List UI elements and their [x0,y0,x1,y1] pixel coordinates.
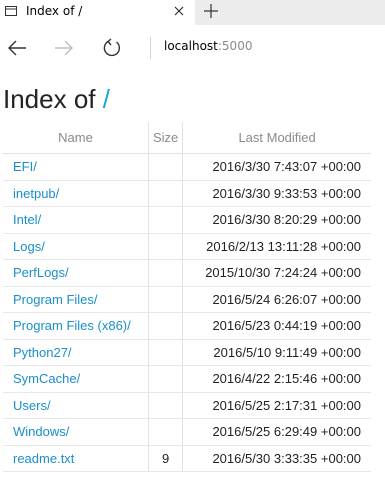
table-row: Python27/ 2016/5/10 9:11:49 +00:00 [3,339,371,366]
file-link[interactable]: readme.txt [3,445,149,472]
table-row: Users/ 2016/5/25 2:17:31 +00:00 [3,392,371,419]
table-row: EFI/ 2016/3/30 7:43:07 +00:00 [3,153,371,181]
file-size [147,365,184,393]
file-link[interactable]: Program Files (x86)/ [3,312,149,340]
tab-bar: Index of / [0,0,385,25]
table-row: Logs/ 2016/2/13 13:11:28 +00:00 [3,233,371,260]
address-port: :5000 [217,39,253,53]
page-icon [5,6,17,16]
file-link[interactable]: Python27/ [3,339,149,366]
close-icon[interactable] [172,4,186,18]
table-row: Program Files (x86)/ 2016/5/23 0:44:19 +… [3,312,371,340]
file-size [147,233,184,260]
forward-arrow-icon[interactable] [53,37,75,59]
file-size [147,312,184,340]
file-link[interactable]: Program Files/ [3,286,149,313]
plus-icon[interactable] [203,3,219,19]
column-header-modified[interactable]: Last Modified [182,122,371,154]
file-link[interactable]: Logs/ [3,233,149,260]
file-modified: 2016/3/30 9:33:53 +00:00 [182,180,371,207]
column-header-name[interactable]: Name [3,122,149,154]
file-modified: 2016/3/30 8:20:29 +00:00 [182,206,371,234]
file-size [147,180,184,207]
table-header-row: Name Size Last Modified [3,122,371,154]
file-size [147,153,184,181]
file-size [147,392,184,419]
file-modified: 2015/10/30 7:24:24 +00:00 [182,259,371,287]
file-link[interactable]: Users/ [3,392,149,419]
file-modified: 2016/5/25 2:17:31 +00:00 [182,392,371,419]
address-host: localhost [164,39,218,53]
page-title: Index of / [3,84,110,115]
table-row: Program Files/ 2016/5/24 6:26:07 +00:00 [3,286,371,313]
file-link[interactable]: Windows/ [3,418,149,446]
file-size: 9 [147,445,184,472]
file-modified: 2016/5/10 9:11:49 +00:00 [182,339,371,366]
page-title-text: Index of [3,84,96,114]
address-bar[interactable]: localhost:5000 [164,39,252,53]
file-link[interactable]: Intel/ [3,206,149,234]
table-row: inetpub/ 2016/3/30 9:33:53 +00:00 [3,180,371,207]
table-row: readme.txt 9 2016/5/30 3:33:35 +00:00 [3,445,371,472]
file-modified: 2016/5/25 6:29:49 +00:00 [182,418,371,446]
directory-listing: Name Size Last Modified EFI/ 2016/3/30 7… [3,122,371,472]
file-modified: 2016/5/23 0:44:19 +00:00 [182,312,371,340]
file-size [147,259,184,287]
file-modified: 2016/4/22 2:15:46 +00:00 [182,365,371,393]
file-modified: 2016/5/30 3:33:35 +00:00 [182,445,371,472]
file-modified: 2016/5/24 6:26:07 +00:00 [182,286,371,313]
address-separator [150,37,151,59]
tab-title: Index of / [26,4,83,18]
file-link[interactable]: PerfLogs/ [3,259,149,287]
table-row: SymCache/ 2016/4/22 2:15:46 +00:00 [3,365,371,393]
table-row: Windows/ 2016/5/25 6:29:49 +00:00 [3,418,371,446]
file-link[interactable]: inetpub/ [3,180,149,207]
back-arrow-icon[interactable] [6,37,28,59]
tab-active[interactable]: Index of / [0,0,195,25]
file-size [147,206,184,234]
file-size [147,339,184,366]
file-link[interactable]: EFI/ [3,153,149,181]
file-link[interactable]: SymCache/ [3,365,149,393]
refresh-icon[interactable] [101,37,123,59]
browser-toolbar: localhost:5000 [0,25,385,70]
file-modified: 2016/2/13 13:11:28 +00:00 [182,233,371,260]
page-title-path: / [102,84,110,114]
file-modified: 2016/3/30 7:43:07 +00:00 [182,153,371,181]
column-header-size[interactable]: Size [147,122,184,154]
table-row: Intel/ 2016/3/30 8:20:29 +00:00 [3,206,371,234]
file-size [147,418,184,446]
file-size [147,286,184,313]
table-row: PerfLogs/ 2015/10/30 7:24:24 +00:00 [3,259,371,287]
